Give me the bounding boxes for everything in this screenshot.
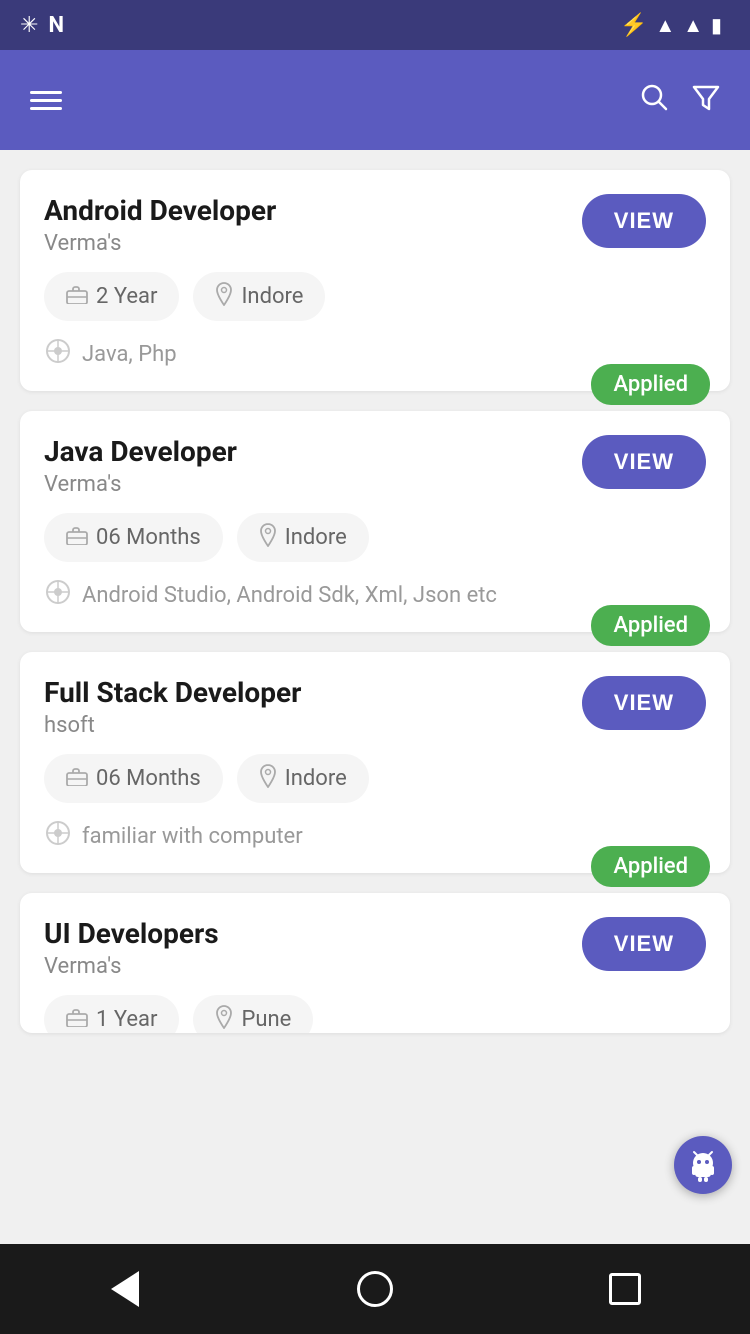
location-value: Pune — [241, 1007, 291, 1032]
job-title: UI Developers — [44, 917, 566, 950]
job-info: Java Developer Verma's — [44, 435, 566, 497]
job-info: UI Developers Verma's — [44, 917, 566, 979]
job-card-1: Android Developer Verma's VIEW 2 Year — [20, 170, 730, 391]
location-tag: Indore — [193, 272, 325, 321]
job-card-2: Java Developer Verma's VIEW 06 Months — [20, 411, 730, 632]
job-tags: 06 Months Indore — [44, 513, 706, 562]
location-icon — [259, 523, 277, 552]
fab-button[interactable] — [674, 1136, 732, 1194]
job-card-header: Full Stack Developer hsoft VIEW — [44, 676, 706, 738]
job-info: Full Stack Developer hsoft — [44, 676, 566, 738]
job-title: Java Developer — [44, 435, 566, 468]
view-button[interactable]: VIEW — [582, 917, 706, 971]
job-card-3: Full Stack Developer hsoft VIEW 06 Month… — [20, 652, 730, 873]
applied-badge: Applied — [591, 364, 710, 405]
briefcase-icon — [66, 1008, 88, 1032]
experience-value: 1 Year — [96, 1007, 157, 1032]
applied-badge: Applied — [591, 605, 710, 646]
notification-icon: N — [48, 13, 64, 38]
search-button[interactable] — [640, 83, 668, 118]
asterisk-icon: ✳ — [20, 13, 38, 38]
experience-tag: 2 Year — [44, 272, 179, 321]
briefcase-icon — [66, 767, 88, 791]
app-header — [0, 50, 750, 150]
skills-text: familiar with computer — [82, 824, 303, 849]
job-card-header: Android Developer Verma's VIEW — [44, 194, 706, 256]
wifi-icon: ▲ — [655, 13, 675, 38]
location-icon — [215, 282, 233, 311]
job-list: Android Developer Verma's VIEW 2 Year — [0, 150, 750, 1244]
job-company: hsoft — [44, 713, 566, 738]
job-tags: 1 Year Pune — [44, 995, 706, 1033]
job-company: Verma's — [44, 231, 566, 256]
skills-text: Android Studio, Android Sdk, Xml, Json e… — [82, 583, 497, 608]
skills-text: Java, Php — [82, 342, 177, 367]
job-company: Verma's — [44, 954, 566, 979]
status-bar-left: ✳ N — [20, 13, 64, 38]
home-button[interactable] — [350, 1264, 400, 1314]
bottom-nav — [0, 1244, 750, 1334]
header-icons — [640, 83, 720, 118]
applied-badge: Applied — [591, 846, 710, 887]
bluetooth-icon: ⚡ — [620, 13, 647, 38]
location-tag: Indore — [237, 513, 369, 562]
job-title: Android Developer — [44, 194, 566, 227]
skills-icon — [44, 578, 72, 612]
back-button[interactable] — [100, 1264, 150, 1314]
location-value: Indore — [285, 525, 347, 550]
job-company: Verma's — [44, 472, 566, 497]
experience-tag: 06 Months — [44, 754, 223, 803]
location-tag: Pune — [193, 995, 313, 1033]
status-bar: ✳ N ⚡ ▲ ▲ ▮ — [0, 0, 750, 50]
skills-icon — [44, 819, 72, 853]
job-title: Full Stack Developer — [44, 676, 566, 709]
filter-button[interactable] — [692, 83, 720, 118]
location-value: Indore — [285, 766, 347, 791]
job-info: Android Developer Verma's — [44, 194, 566, 256]
briefcase-icon — [66, 285, 88, 309]
view-button[interactable]: VIEW — [582, 194, 706, 248]
signal-icon: ▲ — [683, 13, 703, 38]
status-bar-right: ⚡ ▲ ▲ ▮ — [620, 13, 730, 38]
menu-button[interactable] — [30, 91, 62, 110]
experience-value: 06 Months — [96, 766, 201, 791]
view-button[interactable]: VIEW — [582, 435, 706, 489]
experience-value: 2 Year — [96, 284, 157, 309]
location-tag: Indore — [237, 754, 369, 803]
experience-tag: 1 Year — [44, 995, 179, 1033]
view-button[interactable]: VIEW — [582, 676, 706, 730]
experience-tag: 06 Months — [44, 513, 223, 562]
battery-icon: ▮ — [711, 13, 722, 37]
experience-value: 06 Months — [96, 525, 201, 550]
location-value: Indore — [241, 284, 303, 309]
location-icon — [259, 764, 277, 793]
job-card-header: UI Developers Verma's VIEW — [44, 917, 706, 979]
job-card-header: Java Developer Verma's VIEW — [44, 435, 706, 497]
job-tags: 06 Months Indore — [44, 754, 706, 803]
job-tags: 2 Year Indore — [44, 272, 706, 321]
job-card-4: UI Developers Verma's VIEW 1 Year — [20, 893, 730, 1033]
briefcase-icon — [66, 526, 88, 550]
recents-button[interactable] — [600, 1264, 650, 1314]
location-icon — [215, 1005, 233, 1033]
skills-icon — [44, 337, 72, 371]
